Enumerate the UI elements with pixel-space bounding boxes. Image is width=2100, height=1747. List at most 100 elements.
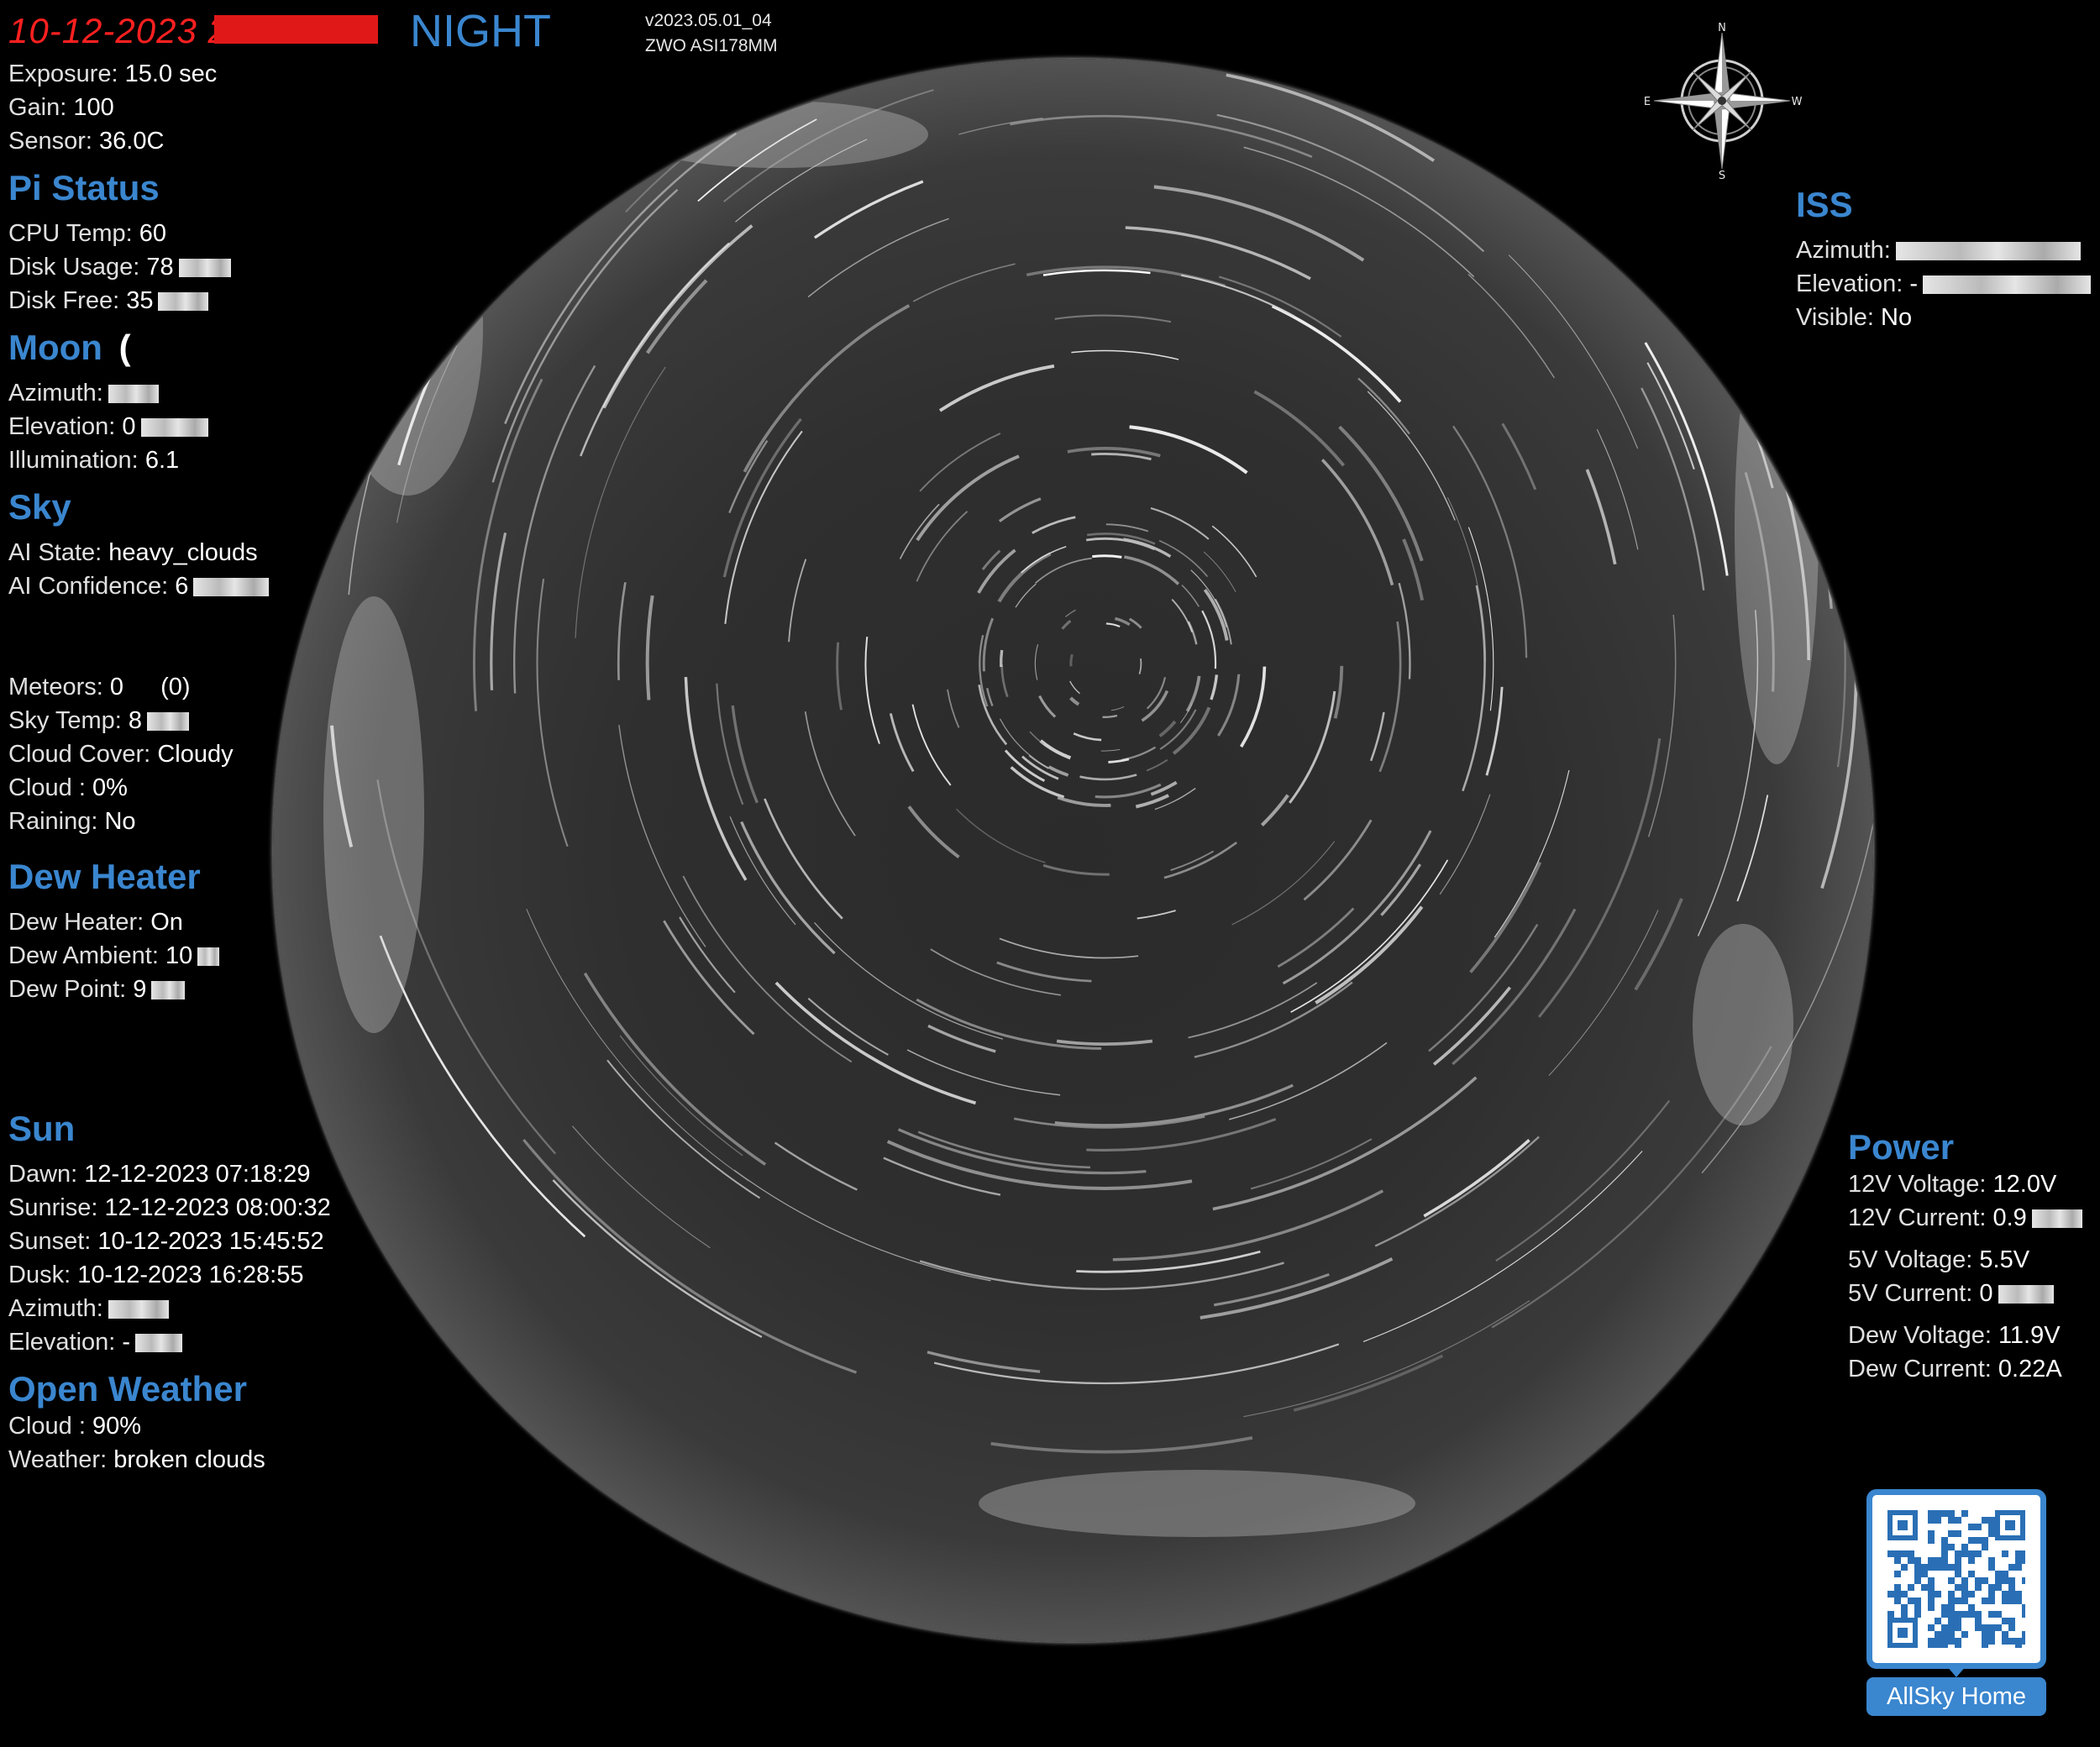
dew-ambient-value: 10: [165, 942, 193, 969]
star-trail: [1038, 695, 1057, 718]
moon-illumination-label: Illumination:: [8, 447, 139, 474]
qr-module: [1935, 1557, 1941, 1564]
qr-module: [1975, 1618, 1982, 1624]
compass-west: W: [1792, 96, 1802, 108]
qr-module: [1928, 1638, 1935, 1645]
sky-title: Sky: [8, 487, 71, 527]
star-trail: [1185, 675, 1201, 712]
v5-row: 5V Voltage: 5.5V: [1848, 1245, 2029, 1275]
star-trail: [1171, 598, 1193, 632]
star-trail: [927, 1351, 1041, 1373]
qr-module: [1894, 1571, 1901, 1577]
qr-module: [1961, 1611, 1968, 1618]
star-trail: [1428, 923, 1539, 1052]
qr-module: [2015, 1557, 2022, 1564]
star-trail: [982, 617, 995, 672]
qr-module: [1961, 1631, 1968, 1638]
star-trail: [986, 687, 994, 707]
qr-module: [2015, 1564, 2022, 1571]
qr-module: [2015, 1645, 2022, 1648]
v5-label: 5V Voltage:: [1848, 1246, 1973, 1273]
qr-module: [1935, 1510, 1941, 1517]
qr-module: [2002, 1550, 2008, 1557]
star-trail: [1378, 621, 1402, 773]
dew-current-label: Dew Current:: [1848, 1356, 1992, 1382]
timestamp-redaction: [214, 15, 378, 44]
cpu-temp-value: 60: [139, 220, 167, 247]
dusk-row: Dusk: 10-12-2023 16:28:55: [8, 1260, 304, 1290]
redacted-value: [178, 259, 231, 278]
qr-module: [1948, 1564, 1955, 1571]
version-info: v2023.05.01_04 ZWO ASI178MM: [645, 8, 778, 59]
star-trail: [1432, 986, 1512, 1066]
compass-rose-icon: N S E W: [1644, 22, 1802, 181]
qr-code-link[interactable]: [1866, 1489, 2046, 1669]
iss-elevation-value: -: [1909, 270, 1919, 297]
star-trail: [1271, 304, 1402, 403]
qr-module: [1928, 1604, 1935, 1611]
star-trail: [1110, 706, 1125, 711]
star-trail: [618, 725, 706, 947]
star-trail: [911, 704, 952, 786]
star-trail: [1201, 610, 1217, 669]
redacted-value: [1923, 275, 2092, 295]
qr-module: [1894, 1557, 1901, 1564]
qr-module: [1975, 1577, 1982, 1584]
star-trail: [1367, 391, 1456, 521]
qr-module: [1935, 1591, 1941, 1597]
star-trail: [1548, 910, 1659, 1076]
meteors-row: Meteors: 0 (0): [8, 672, 191, 702]
qr-module: [1975, 1624, 1982, 1631]
qr-module: [1968, 1557, 1975, 1564]
dew-heater-title: Dew Heater: [8, 857, 201, 896]
compass-north: N: [1718, 22, 1726, 34]
ow-weather-value: broken clouds: [113, 1446, 265, 1473]
gain-row: Gain: 100: [8, 92, 114, 123]
qr-module: [1914, 1557, 1921, 1564]
qr-module: [1995, 1624, 2002, 1631]
moon-title: Moon (: [8, 328, 131, 368]
qr-module: [1928, 1577, 1935, 1584]
star-trail: [740, 821, 836, 955]
sunrise-value: 12-12-2023 08:00:32: [104, 1194, 331, 1221]
star-trail: [996, 961, 1092, 983]
redacted-value: [1998, 1285, 2054, 1304]
ow-cloud-row: Cloud : 90%: [8, 1411, 141, 1441]
star-trail: [1736, 795, 1769, 902]
ow-cloud-value: 90%: [92, 1413, 141, 1440]
star-trail: [1105, 523, 1149, 532]
qr-module: [1982, 1517, 1988, 1524]
star-trail: [1260, 794, 1289, 826]
star-trail: [490, 532, 507, 690]
sun-elevation-label: Elevation:: [8, 1329, 116, 1356]
cloud-row: Cloud : 0%: [8, 773, 128, 803]
star-trail: [930, 948, 1062, 996]
star-trail: [1641, 387, 1705, 590]
allsky-home-button[interactable]: AllSky Home: [1866, 1677, 2046, 1716]
compass-south: S: [1719, 170, 1725, 181]
star-trail: [814, 921, 1004, 1040]
disk-free-row: Disk Free: 35: [8, 286, 209, 316]
qr-module: [1901, 1611, 1908, 1618]
iss-title: ISS: [1796, 185, 1853, 224]
qr-module: [2008, 1618, 2015, 1624]
pi-status-title: Pi Status: [8, 168, 160, 207]
star-trail: [907, 805, 960, 859]
dew-ambient-label: Dew Ambient:: [8, 942, 159, 969]
qr-module: [1941, 1604, 1948, 1611]
star-trail: [1108, 758, 1130, 763]
qr-module: [1941, 1557, 1948, 1564]
star-trail: [1585, 469, 1617, 565]
star-trail: [1141, 690, 1169, 722]
horizon-glow: [979, 1470, 1415, 1537]
qr-module: [2002, 1618, 2008, 1624]
cpu-temp-row: CPU Temp: 60: [8, 218, 166, 249]
dew-point-label: Dew Point:: [8, 976, 127, 1003]
raining-value: No: [104, 808, 136, 835]
raining-row: Raining: No: [8, 806, 136, 837]
star-trail: [1188, 982, 1318, 1039]
redacted-value: [158, 292, 209, 312]
qr-module: [1955, 1597, 1961, 1604]
star-trail: [919, 433, 1001, 492]
star-trail: [774, 1141, 858, 1191]
